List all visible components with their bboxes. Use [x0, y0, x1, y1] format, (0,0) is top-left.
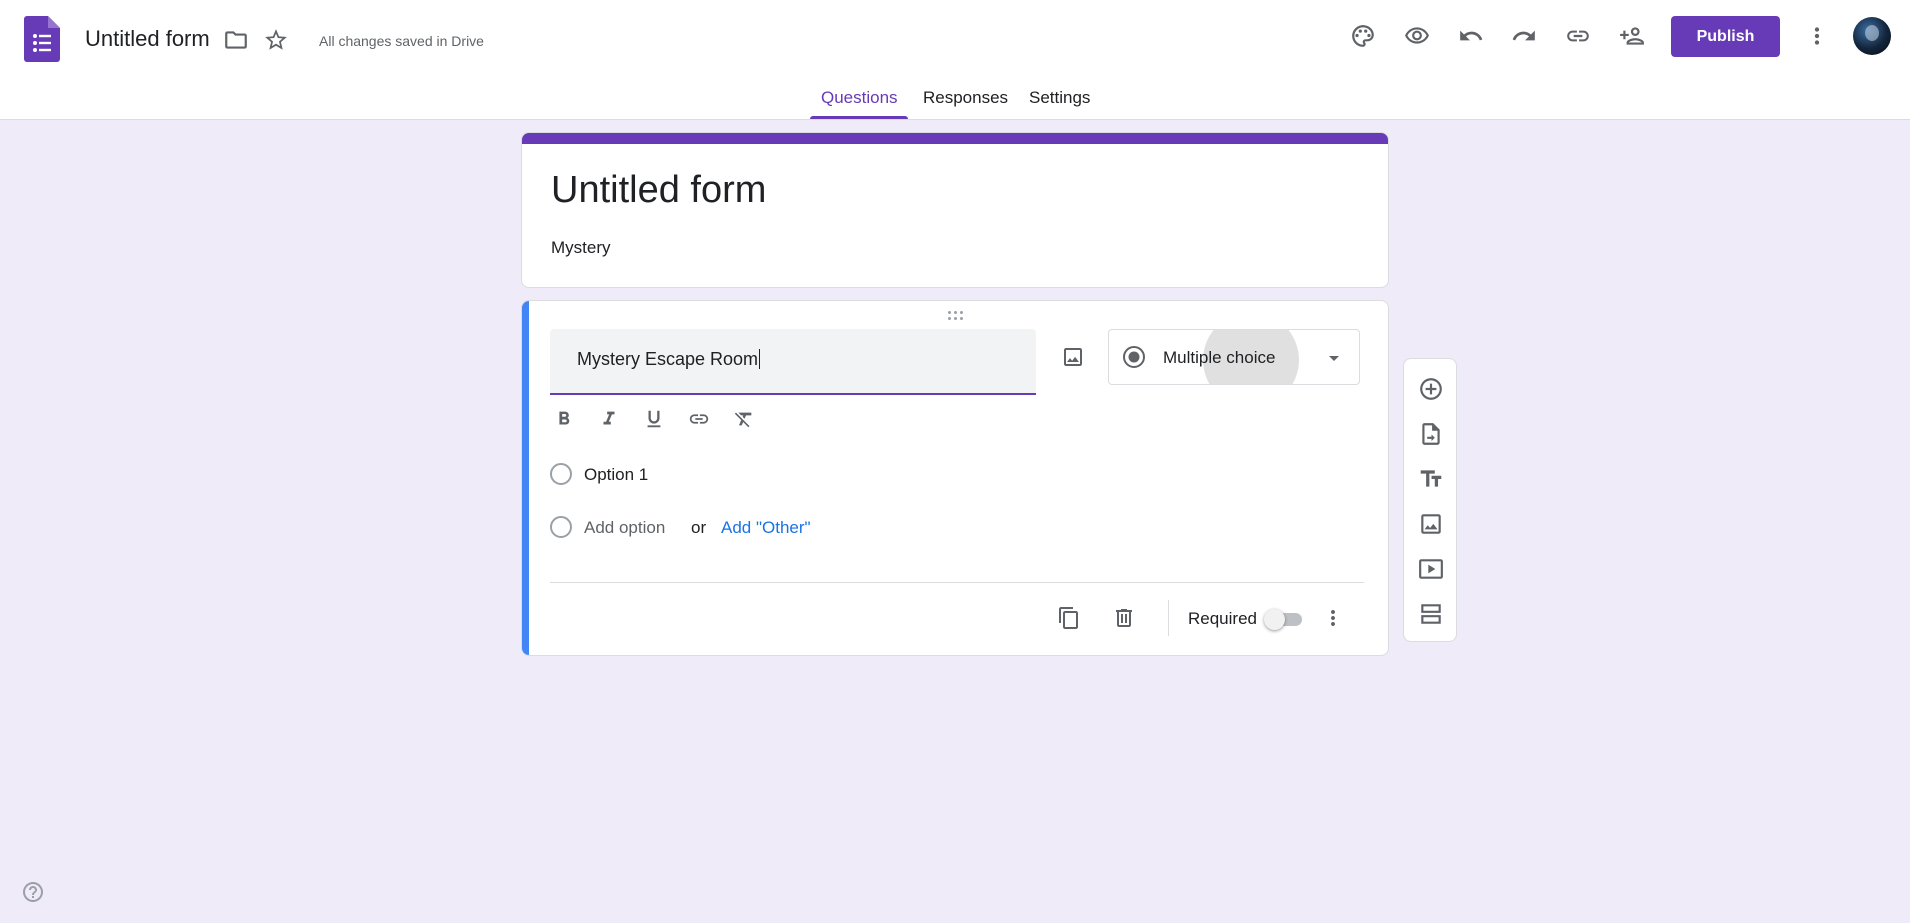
- doc-title[interactable]: Untitled form: [85, 26, 210, 52]
- folder-icon[interactable]: [216, 20, 256, 60]
- form-header-card: Untitled form Mystery: [521, 132, 1389, 288]
- tab-bar: Questions Responses Settings: [0, 80, 1910, 120]
- or-text: or: [691, 518, 707, 537]
- question-type-label: Multiple choice: [1163, 348, 1276, 367]
- tab-settings[interactable]: Settings: [1029, 88, 1090, 108]
- required-toggle[interactable]: [1264, 609, 1304, 630]
- question-card[interactable]: Mystery Escape Room Multiple choice Opti…: [521, 300, 1389, 656]
- question-title-value: Mystery Escape Room: [577, 349, 759, 369]
- add-option-field[interactable]: Add option: [584, 518, 665, 538]
- insert-link-icon[interactable]: [683, 403, 715, 435]
- add-question-icon[interactable]: [1411, 369, 1451, 409]
- add-video-icon[interactable]: [1411, 549, 1451, 589]
- italic-icon[interactable]: [593, 403, 625, 435]
- question-title-input[interactable]: Mystery Escape Room: [550, 329, 1036, 395]
- undo-icon[interactable]: [1451, 16, 1491, 56]
- star-icon[interactable]: [256, 20, 296, 60]
- form-description-field[interactable]: Mystery: [551, 238, 611, 258]
- add-other-link[interactable]: Add "Other": [721, 518, 811, 538]
- option-row[interactable]: Option 1: [550, 460, 1150, 490]
- radio-circle-icon: [550, 516, 572, 538]
- radio-circle-icon: [550, 463, 572, 485]
- bold-icon[interactable]: [548, 403, 580, 435]
- help-icon[interactable]: [20, 879, 46, 905]
- add-image-icon[interactable]: [1053, 337, 1093, 377]
- delete-icon[interactable]: [1104, 598, 1144, 638]
- redo-icon[interactable]: [1504, 16, 1544, 56]
- footer-separator: [1168, 600, 1169, 636]
- question-type-select[interactable]: Multiple choice: [1108, 329, 1360, 385]
- add-section-icon[interactable]: [1411, 594, 1451, 634]
- forms-logo-icon[interactable]: [24, 16, 60, 62]
- more-vert-icon[interactable]: [1797, 16, 1837, 56]
- add-image-icon[interactable]: [1411, 504, 1451, 544]
- save-status: All changes saved in Drive: [319, 33, 484, 49]
- form-title-field[interactable]: Untitled form: [551, 169, 766, 212]
- preview-eye-icon[interactable]: [1397, 16, 1437, 56]
- card-footer-divider: [550, 582, 1364, 583]
- avatar[interactable]: [1853, 17, 1891, 55]
- option-label[interactable]: Option 1: [584, 465, 648, 485]
- clear-formatting-icon[interactable]: [728, 403, 760, 435]
- drag-handle-icon[interactable]: [946, 309, 966, 323]
- add-collaborator-icon[interactable]: [1612, 16, 1652, 56]
- add-title-description-icon[interactable]: [1411, 459, 1451, 499]
- app-header: Untitled form All changes saved in Drive…: [0, 0, 1910, 120]
- toggle-thumb: [1264, 609, 1285, 630]
- palette-icon[interactable]: [1343, 16, 1383, 56]
- active-tab-indicator: [810, 116, 908, 119]
- active-card-indicator: [522, 301, 529, 655]
- link-icon[interactable]: [1558, 16, 1598, 56]
- side-toolbar: [1403, 358, 1457, 642]
- tab-responses[interactable]: Responses: [923, 88, 1008, 108]
- duplicate-icon[interactable]: [1049, 598, 1089, 638]
- tab-questions[interactable]: Questions: [821, 88, 898, 108]
- required-label: Required: [1188, 609, 1257, 628]
- dropdown-arrow-icon: [1329, 356, 1339, 361]
- radio-button-checked-icon: [1123, 346, 1145, 368]
- question-more-vert-icon[interactable]: [1313, 598, 1353, 638]
- publish-button[interactable]: Publish: [1671, 16, 1780, 57]
- add-option-row: Add option or Add "Other": [550, 513, 1150, 543]
- card-accent-bar: [522, 133, 1388, 144]
- import-questions-icon[interactable]: [1411, 414, 1451, 454]
- underline-icon[interactable]: [638, 403, 670, 435]
